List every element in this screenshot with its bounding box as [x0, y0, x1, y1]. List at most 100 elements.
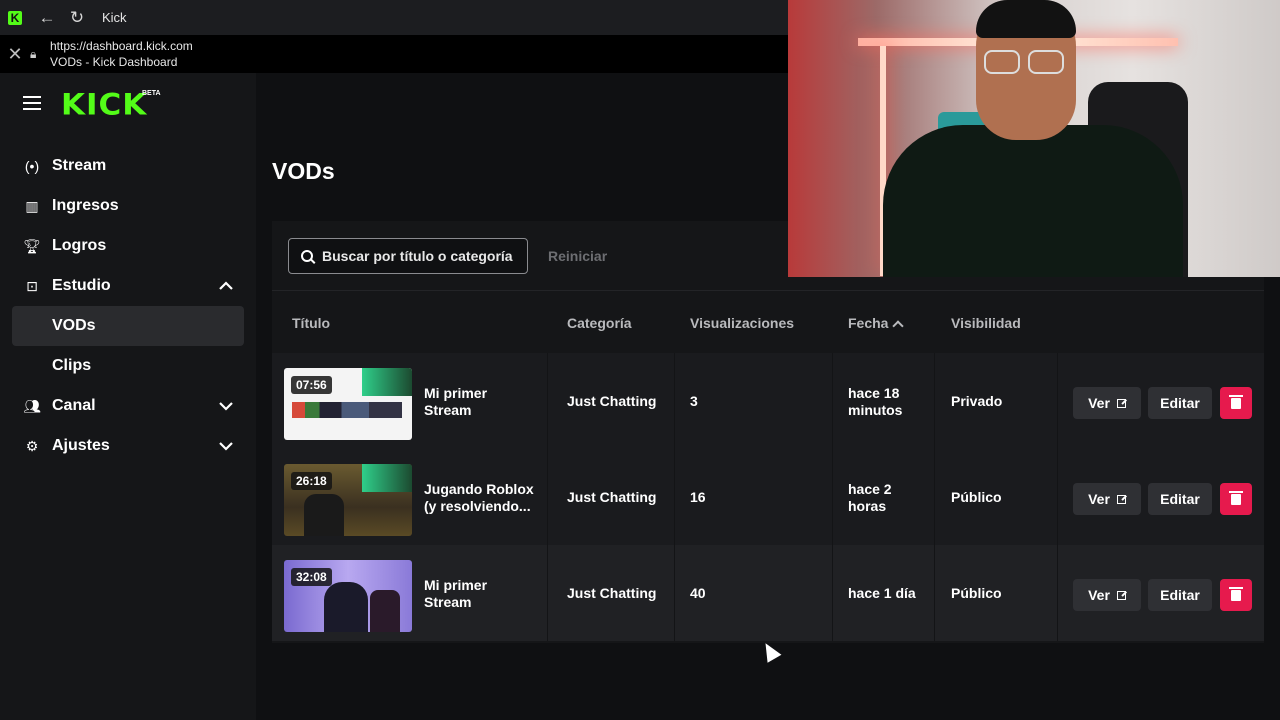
webcam-overlay	[788, 0, 1280, 277]
view-button[interactable]: Ver	[1073, 579, 1141, 611]
sidebar-item-logros[interactable]: 🏆︎ Logros	[12, 226, 244, 266]
delete-button[interactable]	[1220, 579, 1252, 611]
users-icon: 👥︎	[23, 397, 41, 414]
vod-visibility: Público	[951, 585, 1002, 601]
gear-icon: ⚙︎	[25, 437, 39, 454]
vod-category: Just Chatting	[567, 489, 657, 505]
delete-button[interactable]	[1220, 387, 1252, 419]
view-button-label: Ver	[1088, 395, 1110, 411]
sidebar-item-label: Ingresos	[52, 197, 119, 214]
delete-button[interactable]	[1220, 483, 1252, 515]
vod-date: hace 1 día	[848, 585, 916, 601]
vods-panel: Buscar por título o categoría Reiniciar …	[272, 221, 1264, 643]
trash-icon	[1229, 490, 1243, 505]
column-header-visibilidad[interactable]: Visibilidad	[951, 315, 1021, 331]
kick-app-icon: K	[8, 10, 22, 25]
vod-category: Just Chatting	[567, 393, 657, 409]
vod-visibility: Público	[951, 489, 1002, 505]
back-icon[interactable]: ←	[32, 0, 62, 35]
edit-button[interactable]: Editar	[1148, 387, 1212, 419]
sidebar-item-label: Clips	[52, 357, 92, 374]
chevron-down-icon	[219, 442, 233, 451]
sort-asc-icon	[892, 320, 905, 332]
reset-button[interactable]: Reiniciar	[548, 248, 607, 264]
tab-title: Kick	[102, 10, 127, 25]
table-header: Título Categoría Visualizaciones Fecha V…	[272, 291, 1264, 353]
vod-views: 3	[690, 393, 698, 409]
sidebar-item-label: VODs	[52, 317, 96, 334]
vod-date-line: minutos	[848, 402, 903, 418]
lock-icon: 🔒︎	[30, 46, 37, 61]
column-header-categoria[interactable]: Categoría	[567, 315, 632, 331]
kick-logo[interactable]: KICK	[61, 88, 147, 122]
url-bar: ✕ 🔒︎ https://dashboard.kick.com VODs - K…	[0, 35, 788, 73]
url-text: https://dashboard.kick.com	[50, 39, 193, 53]
external-link-icon	[1116, 494, 1126, 504]
vod-title[interactable]: Mi primer Stream	[424, 577, 544, 611]
column-header-titulo[interactable]: Título	[292, 315, 330, 331]
table-row[interactable]: 26:18 Jugando Roblox (y resolviendo... J…	[272, 449, 1264, 545]
studio-icon: ⊡	[26, 277, 38, 294]
search-placeholder: Buscar por título o categoría	[322, 248, 513, 264]
sidebar-item-canal[interactable]: 👥︎ Canal	[12, 386, 244, 426]
vod-title-line: Mi primer	[424, 577, 488, 593]
vod-date-line: hace 18	[848, 385, 900, 401]
sidebar-item-clips[interactable]: Clips	[12, 346, 244, 386]
vod-duration: 26:18	[291, 472, 332, 490]
sidebar-nav: (•) Stream ▥ Ingresos 🏆︎ Logros ⊡ Estudi…	[12, 146, 244, 466]
vod-date: hace 18 minutos	[848, 385, 902, 419]
view-button-label: Ver	[1088, 491, 1110, 507]
vod-category: Just Chatting	[567, 585, 657, 601]
sidebar-item-vods[interactable]: VODs	[12, 306, 244, 346]
menu-icon[interactable]	[23, 96, 41, 114]
vod-title-line: Stream	[424, 402, 472, 418]
vod-views: 40	[690, 585, 706, 601]
sidebar: KICK BETA (•) Stream ▥ Ingresos 🏆︎ Logro…	[0, 73, 256, 720]
vod-duration: 32:08	[291, 568, 332, 586]
trash-icon	[1229, 586, 1243, 601]
page-title: VODs	[272, 158, 335, 184]
vod-date: hace 2 horas	[848, 481, 892, 515]
column-header-fecha[interactable]: Fecha	[848, 315, 905, 332]
vod-thumbnail[interactable]: 32:08	[284, 560, 412, 632]
column-header-visualizaciones[interactable]: Visualizaciones	[690, 315, 794, 331]
vod-title-line: Stream	[424, 594, 472, 610]
vod-title-line: Jugando Roblox	[424, 481, 534, 497]
sidebar-item-label: Estudio	[52, 277, 111, 294]
edit-button[interactable]: Editar	[1148, 579, 1212, 611]
chart-icon: ▥	[25, 197, 39, 214]
vod-title[interactable]: Mi primer Stream	[424, 385, 544, 419]
sidebar-item-stream[interactable]: (•) Stream	[12, 146, 244, 186]
beta-badge: BETA	[142, 90, 161, 97]
sidebar-item-label: Ajustes	[52, 437, 110, 454]
vod-duration: 07:56	[291, 376, 332, 394]
vod-title[interactable]: Jugando Roblox (y resolviendo...	[424, 481, 544, 515]
broadcast-icon: (•)	[24, 158, 40, 174]
trophy-icon: 🏆︎	[23, 237, 41, 254]
chevron-up-icon	[219, 281, 233, 290]
view-button[interactable]: Ver	[1073, 483, 1141, 515]
reload-icon[interactable]: ↻	[62, 0, 92, 35]
sidebar-item-label: Logros	[52, 237, 107, 254]
search-input[interactable]: Buscar por título o categoría	[288, 238, 528, 274]
chevron-down-icon	[219, 402, 233, 411]
view-button[interactable]: Ver	[1073, 387, 1141, 419]
sidebar-item-ajustes[interactable]: ⚙︎ Ajustes	[12, 426, 244, 466]
page-title-text: VODs - Kick Dashboard	[50, 55, 178, 69]
sidebar-item-label: Canal	[52, 397, 96, 414]
sidebar-item-label: Stream	[52, 157, 107, 174]
vod-thumbnail[interactable]: 07:56	[284, 368, 412, 440]
browser-titlebar: K ← ↻ Kick	[0, 0, 788, 35]
table-row[interactable]: 32:08 Mi primer Stream Just Chatting 40 …	[272, 545, 1264, 641]
vod-views: 16	[690, 489, 706, 505]
edit-button[interactable]: Editar	[1148, 483, 1212, 515]
vod-thumbnail[interactable]: 26:18	[284, 464, 412, 536]
sidebar-item-ingresos[interactable]: ▥ Ingresos	[12, 186, 244, 226]
view-button-label: Ver	[1088, 587, 1110, 603]
table-row[interactable]: 07:56 Mi primer Stream Just Chatting 3 h…	[272, 353, 1264, 449]
sidebar-item-estudio[interactable]: ⊡ Estudio	[12, 266, 244, 306]
external-link-icon	[1116, 398, 1126, 408]
close-icon[interactable]: ✕	[0, 44, 30, 65]
search-icon	[301, 250, 313, 262]
vod-visibility: Privado	[951, 393, 1003, 409]
